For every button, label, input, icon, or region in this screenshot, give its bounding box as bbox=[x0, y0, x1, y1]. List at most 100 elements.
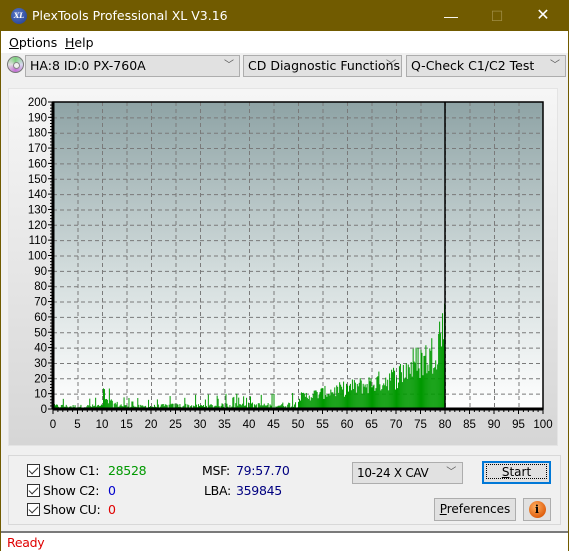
c1-bar bbox=[236, 393, 238, 409]
c1-bar bbox=[345, 394, 347, 409]
c1-bar bbox=[89, 398, 91, 409]
c1-bar bbox=[419, 377, 421, 409]
c1-bar bbox=[184, 397, 186, 409]
x-tick-label: 10 bbox=[96, 419, 109, 431]
y-tick-label: 130 bbox=[28, 204, 47, 216]
c1-bar bbox=[318, 394, 320, 409]
c1-bar bbox=[377, 376, 379, 409]
c1-bar bbox=[331, 392, 333, 409]
y-tick-label: 50 bbox=[34, 327, 47, 339]
c1-bar bbox=[313, 390, 315, 409]
c1-bar bbox=[334, 387, 336, 409]
c1-bar bbox=[137, 398, 139, 409]
x-tick-label: 60 bbox=[341, 419, 354, 431]
speed-select[interactable]: 10-24 X CAV ﹀ bbox=[352, 462, 463, 484]
c1-bar bbox=[312, 393, 314, 409]
c1-bar bbox=[243, 396, 245, 409]
c1-bar bbox=[438, 333, 440, 409]
c1-bar bbox=[416, 370, 418, 409]
c1-bar bbox=[347, 391, 349, 409]
show-c2-checkbox[interactable] bbox=[27, 484, 40, 497]
c1-bar bbox=[249, 396, 251, 409]
y-tick-label: 120 bbox=[28, 220, 47, 232]
show-c2-label: Show C2: bbox=[43, 483, 100, 498]
c1-bar bbox=[425, 345, 427, 409]
c1-bar bbox=[314, 390, 316, 409]
c1-bar bbox=[418, 368, 420, 409]
c1-bar bbox=[195, 394, 197, 409]
x-tick-label: 20 bbox=[145, 419, 158, 431]
c1-bar bbox=[441, 346, 443, 409]
c1-bar bbox=[366, 384, 368, 409]
c1-bar bbox=[411, 376, 413, 409]
y-tick-label: 0 bbox=[41, 404, 47, 416]
show-cu-checkbox[interactable] bbox=[27, 503, 40, 516]
c1-bar bbox=[430, 350, 432, 409]
c1-bar bbox=[435, 360, 437, 409]
c1-bar bbox=[128, 398, 130, 409]
c1-bar bbox=[414, 362, 416, 409]
c1-bar bbox=[338, 392, 340, 409]
y-tick-label: 170 bbox=[28, 143, 47, 155]
c1-bar bbox=[360, 380, 362, 409]
c1-bar bbox=[379, 384, 381, 409]
c1-bar bbox=[394, 370, 396, 409]
y-tick-label: 150 bbox=[28, 174, 47, 186]
y-tick-label: 90 bbox=[34, 266, 47, 278]
start-button-label: Start bbox=[486, 464, 547, 479]
c1-bar bbox=[306, 397, 308, 409]
c1-bar bbox=[354, 382, 356, 409]
c1-bar bbox=[384, 385, 386, 409]
c1-bar bbox=[343, 381, 345, 409]
c1-bar bbox=[225, 393, 227, 409]
preferences-button[interactable]: Preferences bbox=[434, 498, 516, 521]
c1-bar bbox=[410, 362, 412, 409]
msf-value: 79:57.70 bbox=[236, 463, 290, 478]
c1-bar bbox=[319, 392, 321, 409]
y-tick-label: 40 bbox=[34, 343, 47, 355]
c1-bar bbox=[327, 394, 329, 409]
preferences-mnemonic: P bbox=[439, 502, 447, 516]
show-c1-checkbox[interactable] bbox=[27, 464, 40, 477]
c1-bar bbox=[386, 386, 388, 409]
c1-bar bbox=[383, 383, 385, 409]
c1-bar bbox=[399, 363, 401, 409]
c1-bar bbox=[443, 339, 445, 409]
c1-bar bbox=[310, 397, 312, 409]
c1-bar bbox=[348, 385, 350, 409]
c1-bar bbox=[434, 367, 436, 409]
y-tick-label: 10 bbox=[34, 389, 47, 401]
info-icon: i bbox=[528, 501, 546, 518]
c1-bar bbox=[355, 392, 357, 409]
c1-bar bbox=[207, 394, 209, 409]
y-tick-label: 60 bbox=[34, 312, 47, 324]
c1-bar bbox=[431, 338, 433, 409]
c1-bar bbox=[363, 386, 365, 409]
c1-bar bbox=[302, 392, 304, 409]
c1-bar bbox=[301, 392, 303, 409]
c1-bar bbox=[389, 373, 391, 409]
c1-bar bbox=[426, 373, 428, 409]
c1-bar bbox=[169, 396, 171, 409]
c1-bar bbox=[408, 367, 410, 409]
c1-bar bbox=[436, 369, 438, 409]
status-bar: Ready bbox=[1, 531, 568, 551]
lba-value: 359845 bbox=[236, 483, 282, 498]
c1-bar bbox=[376, 377, 378, 409]
info-button[interactable]: i bbox=[523, 498, 551, 521]
x-tick-label: 70 bbox=[390, 419, 403, 431]
c1-bar bbox=[216, 395, 218, 409]
y-tick-label: 100 bbox=[28, 251, 47, 263]
c1-bar bbox=[398, 366, 400, 409]
c1-bar bbox=[349, 383, 351, 409]
c1-bar bbox=[233, 396, 235, 409]
c1-bar bbox=[217, 398, 219, 409]
c1-bar bbox=[409, 373, 411, 409]
start-button[interactable]: Start bbox=[482, 461, 551, 484]
c1-bar bbox=[372, 385, 374, 409]
c1-bar bbox=[315, 390, 317, 409]
y-tick-label: 80 bbox=[34, 281, 47, 293]
c1-bar bbox=[400, 372, 402, 409]
c1-bar bbox=[292, 392, 294, 409]
c1-bar bbox=[260, 394, 262, 409]
